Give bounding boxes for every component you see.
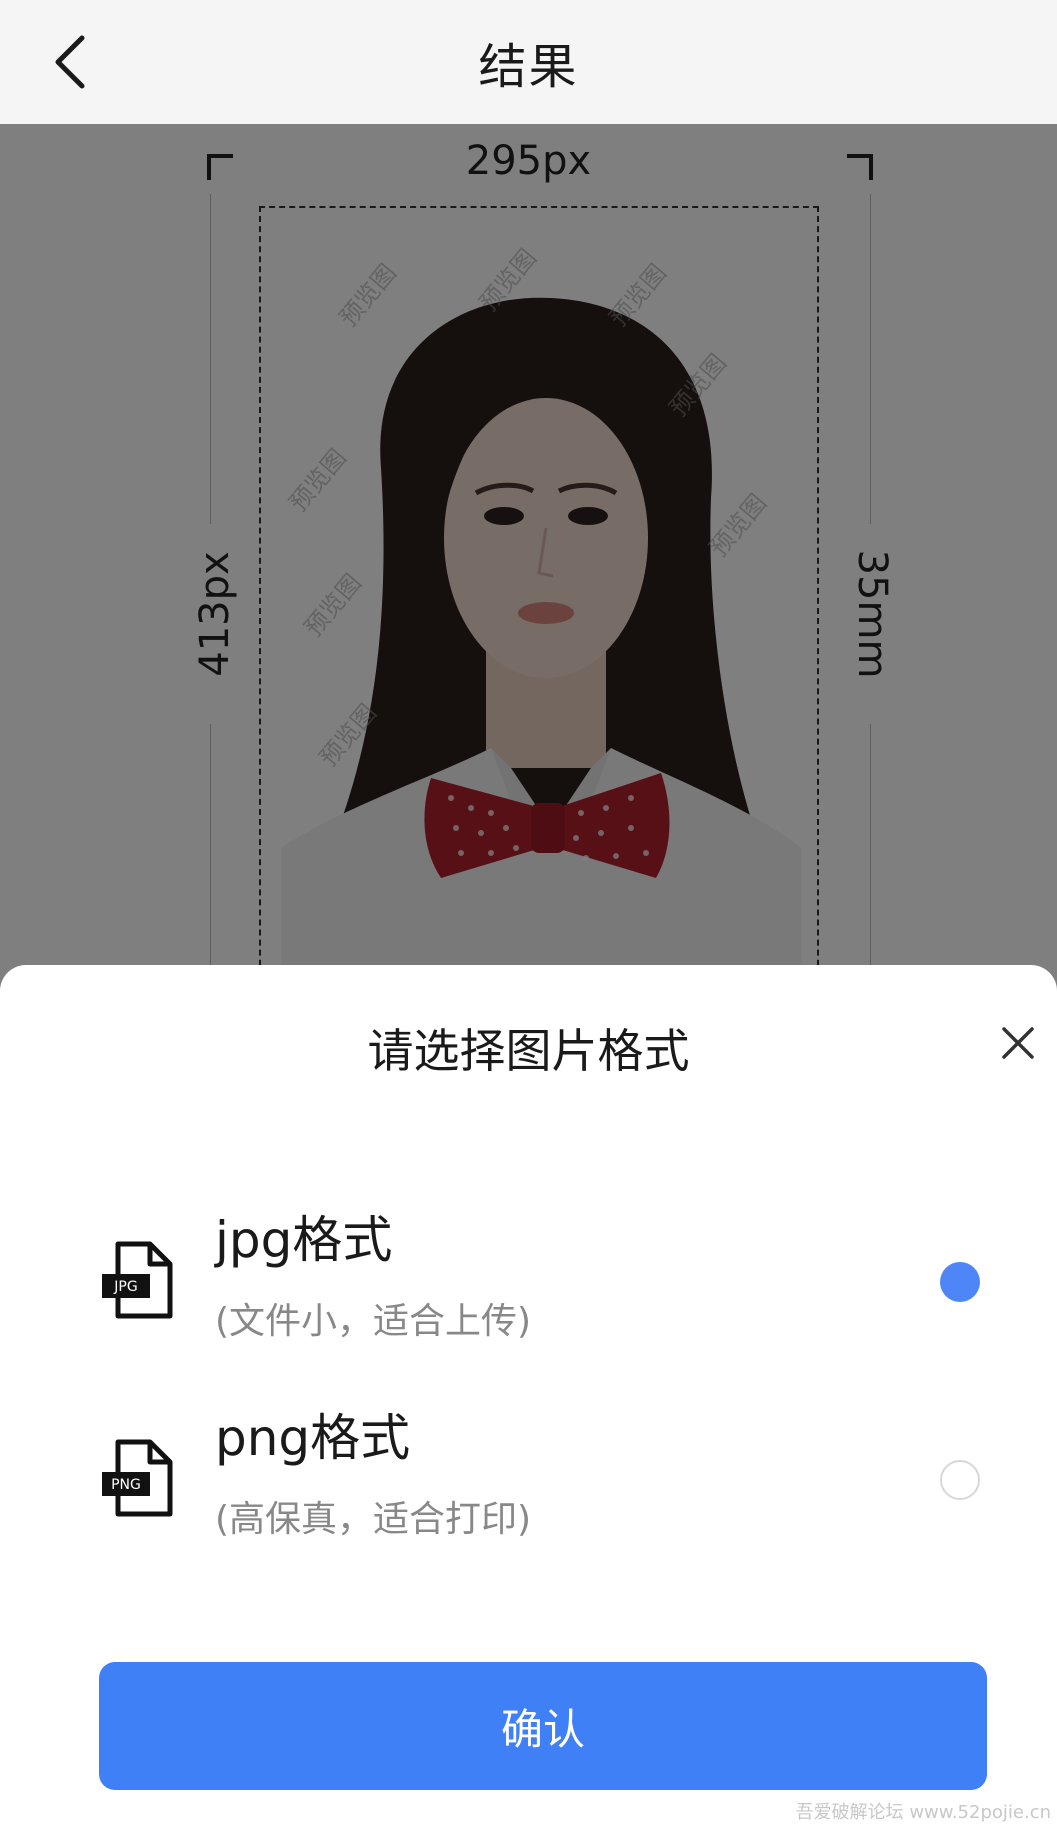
option-png-desc: (高保真，适合打印) xyxy=(215,1499,532,1540)
jpg-file-icon: JPG xyxy=(102,1241,173,1319)
chevron-left-icon xyxy=(55,35,85,89)
option-jpg[interactable]: JPG jpg格式 (文件小，适合上传) xyxy=(0,1200,1057,1370)
option-jpg-name: jpg格式 xyxy=(215,1211,393,1269)
result-screen: 结果 295px 413px 35mm xyxy=(0,0,1057,1830)
sheet-title: 请选择图片格式 xyxy=(367,1024,690,1078)
footer-watermark: 吾爱破解论坛 www.52pojie.cn xyxy=(795,1802,1051,1823)
jpg-icon-text: JPG xyxy=(113,1279,137,1295)
close-icon xyxy=(1002,1027,1034,1059)
png-icon-text: PNG xyxy=(111,1477,141,1493)
option-png-name: png格式 xyxy=(215,1409,411,1467)
png-radio-unselected[interactable] xyxy=(940,1460,980,1500)
option-jpg-desc: (文件小，适合上传) xyxy=(215,1301,532,1342)
png-file-icon: PNG xyxy=(102,1439,173,1517)
jpg-radio-selected[interactable] xyxy=(940,1262,980,1302)
top-bar: 结果 xyxy=(0,0,1057,124)
format-select-sheet: 请选择图片格式 JPG jpg格式 (文件小，适合上传) PNG png格式 (… xyxy=(0,965,1057,1830)
confirm-button[interactable]: 确认 xyxy=(99,1662,987,1790)
close-button[interactable] xyxy=(990,1015,1046,1071)
back-button[interactable] xyxy=(30,22,110,102)
modal-backdrop[interactable] xyxy=(0,124,1057,1000)
option-png[interactable]: PNG png格式 (高保真，适合打印) xyxy=(0,1398,1057,1568)
page-title: 结果 xyxy=(478,39,579,95)
